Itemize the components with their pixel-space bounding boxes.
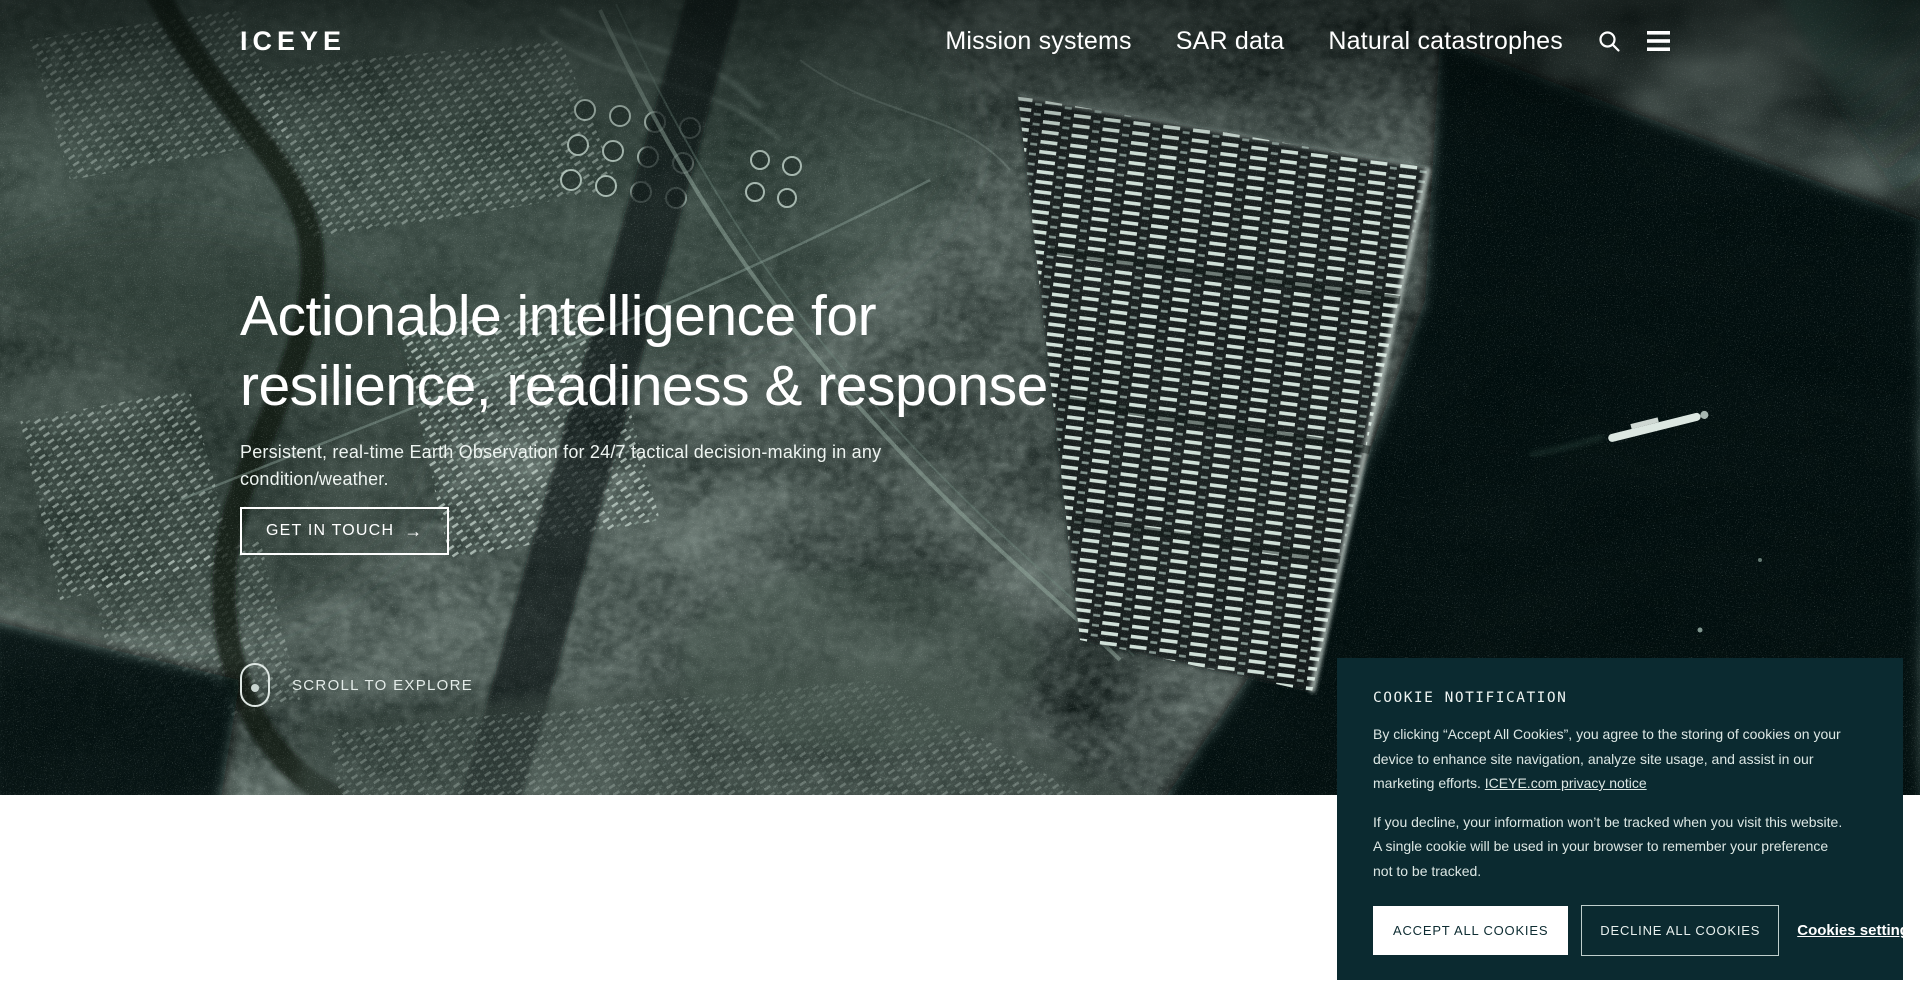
- cta-label: GET IN TOUCH: [266, 522, 394, 540]
- scroll-label: SCROLL TO EXPLORE: [292, 677, 473, 694]
- mouse-scroll-dot: [251, 684, 259, 692]
- cookie-notification-panel: COOKIE NOTIFICATION By clicking “Accept …: [1337, 658, 1903, 980]
- hero-heading: Actionable intelligence for resilience, …: [240, 281, 1250, 421]
- search-icon: [1597, 29, 1621, 53]
- main-nav: Mission systems SAR data Natural catastr…: [945, 27, 1563, 56]
- scroll-to-explore[interactable]: SCROLL TO EXPLORE: [240, 663, 473, 707]
- arrow-right-icon: →: [404, 523, 423, 539]
- decline-all-cookies-button[interactable]: DECLINE ALL COOKIES: [1581, 905, 1779, 956]
- hamburger-menu-icon: [1647, 31, 1670, 51]
- cookie-paragraph-1: By clicking “Accept All Cookies”, you ag…: [1373, 722, 1865, 796]
- nav-natural-catastrophes[interactable]: Natural catastrophes: [1328, 27, 1563, 56]
- get-in-touch-button[interactable]: GET IN TOUCH →: [240, 507, 449, 555]
- cookies-settings-link[interactable]: Cookies settings: [1797, 922, 1917, 939]
- site-header: ICEYE Mission systems SAR data Natural c…: [0, 0, 1920, 82]
- privacy-notice-link[interactable]: ICEYE.com privacy notice: [1485, 775, 1647, 791]
- hero-copy: Actionable intelligence for resilience, …: [240, 281, 1250, 555]
- nav-sar-data[interactable]: SAR data: [1176, 27, 1285, 56]
- cookie-paragraph-2: If you decline, your information won’t b…: [1373, 810, 1865, 884]
- menu-button[interactable]: [1647, 31, 1670, 51]
- search-button[interactable]: [1597, 29, 1621, 53]
- nav-mission-systems[interactable]: Mission systems: [945, 27, 1131, 56]
- cookie-actions: ACCEPT ALL COOKIES DECLINE ALL COOKIES C…: [1373, 905, 1865, 956]
- accept-all-cookies-button[interactable]: ACCEPT ALL COOKIES: [1373, 906, 1568, 955]
- mouse-scroll-icon: [240, 663, 270, 707]
- hero-subheading: Persistent, real-time Earth Observation …: [240, 439, 1250, 493]
- iceye-logo[interactable]: ICEYE: [240, 26, 346, 57]
- cookie-title: COOKIE NOTIFICATION: [1373, 690, 1865, 706]
